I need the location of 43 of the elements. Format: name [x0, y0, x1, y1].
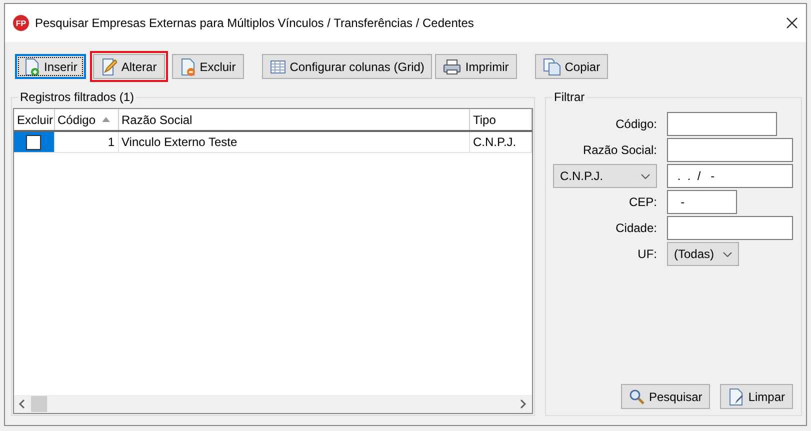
print-button[interactable]: Imprimir: [435, 54, 517, 79]
document-plus-icon: [24, 58, 40, 76]
caret-icon: [641, 174, 650, 178]
clear-button[interactable]: Limpar: [720, 384, 793, 409]
input-field[interactable]: [667, 112, 777, 136]
document-type-dropdown[interactable]: C.N.P.J.: [553, 164, 657, 188]
field-label: Código:: [614, 117, 657, 131]
group-title: Registros filtrados (1): [18, 90, 136, 104]
field-label: UF:: [636, 247, 657, 261]
table-cell: Vinculo Externo Teste: [118, 131, 470, 152]
input-field[interactable]: . . / -: [667, 164, 793, 188]
caret-icon: [723, 252, 732, 256]
columns-button[interactable]: Configurar colunas (Grid): [262, 54, 432, 79]
state-dropdown[interactable]: (Todas): [667, 242, 739, 266]
copy-button[interactable]: Copiar: [534, 54, 608, 79]
table-icon: [270, 60, 286, 74]
group-title: Filtrar: [552, 90, 587, 104]
app-logo: FP: [13, 15, 29, 31]
copy-icon: [542, 58, 561, 76]
checkbox[interactable]: [26, 134, 42, 150]
field-label: Razão Social:: [582, 143, 657, 157]
column-header[interactable]: Tipo: [470, 109, 532, 131]
table-cell: C.N.P.J.: [470, 131, 532, 152]
input-field[interactable]: -: [667, 190, 737, 214]
field-label: Cidade:: [614, 221, 657, 235]
edit-button[interactable]: Alterar: [93, 54, 165, 79]
input-field[interactable]: [667, 138, 793, 162]
column-header[interactable]: Código: [54, 109, 118, 131]
printer-icon: [443, 58, 462, 74]
document-brush-icon: [728, 388, 744, 406]
column-header[interactable]: Razão Social: [118, 109, 470, 131]
search-button[interactable]: Pesquisar: [620, 384, 710, 409]
insert-button[interactable]: Inserir: [15, 54, 86, 79]
horizontal-scrollbar[interactable]: [14, 395, 532, 413]
field-label: CEP:: [628, 195, 657, 209]
search-icon: [628, 388, 645, 404]
window-title: Pesquisar Empresas Externas para Múltiplos Vínculos / Transferências / Cedentes: [35, 16, 475, 30]
input-field[interactable]: [667, 216, 793, 240]
delete-button[interactable]: Excluir: [172, 54, 244, 79]
close-icon[interactable]: [786, 17, 798, 29]
document-minus-icon: [180, 58, 196, 76]
table-cell: 1: [54, 131, 118, 152]
pencil-icon: [101, 58, 118, 76]
